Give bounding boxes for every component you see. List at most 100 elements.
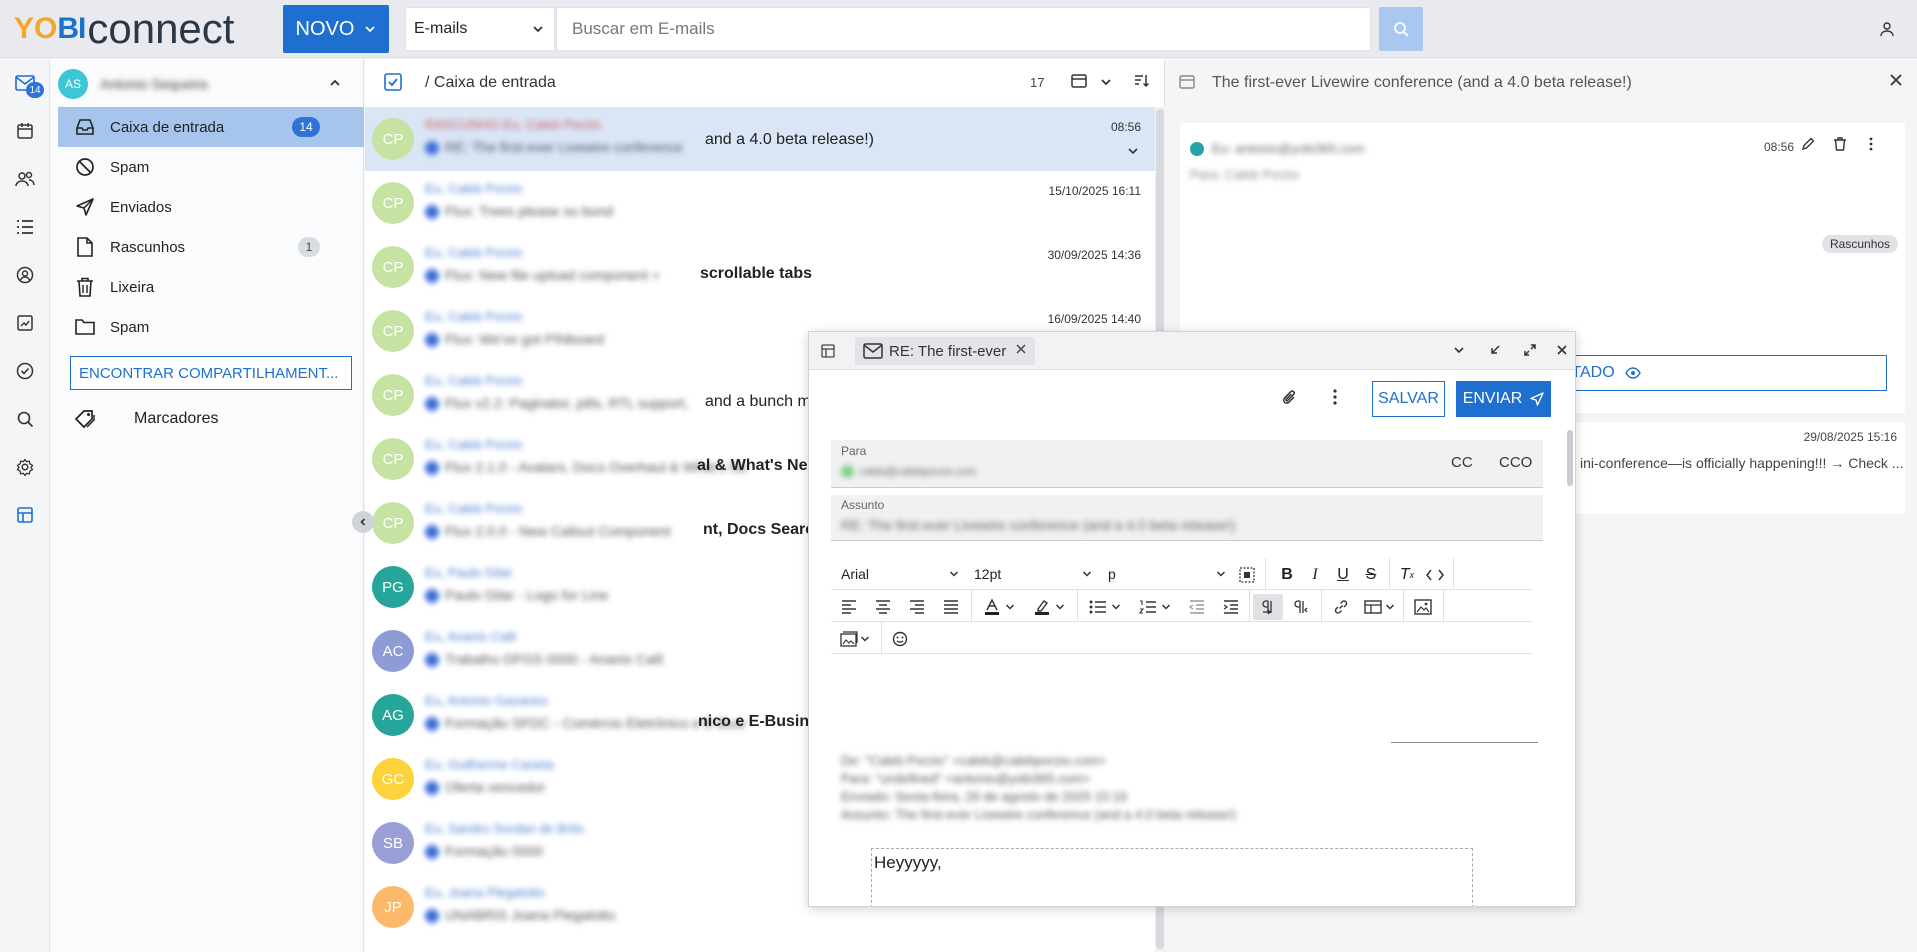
avatar: CP (372, 246, 414, 288)
mail-date: 15/10/2025 16:11 (1048, 184, 1141, 198)
outdent-icon[interactable] (1185, 594, 1209, 620)
chevron-down-icon[interactable] (1100, 76, 1112, 88)
folder-spam[interactable]: Spam (58, 147, 364, 187)
rail-check[interactable] (12, 358, 38, 384)
more-vertical-icon[interactable] (1332, 388, 1338, 406)
search-scope-select[interactable]: E-mails (405, 7, 555, 51)
to-field[interactable]: Para caleb@calebporzio.com CC CCO (831, 440, 1543, 488)
account-header[interactable]: AS Antonio Sequeira (58, 67, 358, 101)
link-icon[interactable] (1327, 594, 1355, 620)
subject-value[interactable]: RE: The first-ever Livewire conference (… (841, 517, 1235, 533)
compose-layout-icon[interactable] (821, 344, 835, 358)
expand-icon[interactable] (1523, 343, 1537, 357)
font-size-select[interactable]: 12pt (974, 562, 1092, 586)
bcc-button[interactable]: CCO (1499, 454, 1532, 471)
rail-apps[interactable] (12, 502, 38, 528)
folder-drafts[interactable]: Rascunhos 1 (58, 227, 364, 267)
search-input[interactable] (556, 7, 1371, 51)
image-icon[interactable] (1409, 594, 1437, 620)
highlight-color-icon[interactable] (1027, 594, 1071, 620)
trash-icon[interactable] (1833, 137, 1847, 151)
folder-spam-custom[interactable]: Spam (58, 307, 364, 347)
mail-sender: Eu, Caleb Porzio (425, 181, 523, 196)
code-icon[interactable] (1421, 562, 1449, 588)
mail-subject: Paulo Gilar - Logo for Line (425, 587, 608, 604)
check-icon (16, 362, 34, 380)
more-vertical-icon[interactable] (1864, 137, 1878, 151)
align-right-icon[interactable] (905, 594, 929, 620)
mail-sender: Eu, Caleb Porzio (425, 245, 523, 260)
avatar: CP (372, 182, 414, 224)
avatar: SB (372, 822, 414, 864)
list-item[interactable]: CP Eu, Caleb Porzio Flux: New file upload … (365, 235, 1157, 299)
align-center-icon[interactable] (871, 594, 895, 620)
chevron-down-icon[interactable] (1127, 145, 1139, 157)
recipient-chip[interactable]: caleb@calebporzio.com (841, 465, 977, 478)
user-menu-button[interactable] (1874, 16, 1900, 42)
minimize-icon[interactable] (1488, 343, 1502, 357)
cc-button[interactable]: CC (1451, 454, 1473, 471)
chevron-up-icon[interactable] (328, 76, 342, 90)
new-button[interactable]: NOVO (283, 5, 389, 53)
rail-settings[interactable] (12, 454, 38, 480)
chevron-down-icon[interactable] (1452, 343, 1466, 357)
compose-scrollbar[interactable] (1566, 428, 1574, 906)
list-item[interactable]: CP Eu, Caleb Porzio Flux: Trees please so … (365, 171, 1157, 235)
rail-mail[interactable]: 14 (12, 70, 44, 98)
mail-subject-visible: scrollable tabs (700, 265, 813, 282)
italic-icon[interactable]: I (1301, 562, 1329, 588)
clear-format-icon[interactable]: Tx (1393, 562, 1421, 588)
emoji-icon[interactable] (887, 626, 913, 652)
mail-subject-text: Trabalho DFGS 0000 - Ananis Calil (445, 651, 664, 667)
align-left-icon[interactable] (837, 594, 861, 620)
folder-trash[interactable]: Lixeira (58, 267, 364, 307)
rail-tasks[interactable] (12, 214, 38, 240)
app-logo[interactable]: YO BI connect (14, 5, 234, 52)
sort-icon[interactable] (1134, 73, 1150, 89)
list-item[interactable]: CP RASCUNHO Eu, Caleb Porzio RE: The first… (365, 107, 1157, 171)
labels-section[interactable]: Marcadores (74, 402, 218, 436)
numbered-list-icon[interactable] (1133, 594, 1177, 620)
message-body-editor[interactable]: Heyyyyy, (871, 848, 1473, 906)
find-shared-button[interactable]: ENCONTRAR COMPARTILHAMENT... (70, 356, 352, 390)
text-color-icon[interactable] (977, 594, 1021, 620)
rail-files[interactable] (12, 310, 38, 336)
ltr-direction-icon[interactable] (1253, 594, 1283, 620)
rail-support[interactable] (12, 262, 38, 288)
table-icon[interactable] (1359, 594, 1399, 620)
rtl-direction-icon[interactable] (1287, 594, 1317, 620)
view-layout-icon[interactable] (1071, 73, 1087, 89)
select-all-checkbox-icon[interactable] (384, 73, 402, 91)
save-button[interactable]: SALVAR (1372, 381, 1445, 417)
compose-tab[interactable]: RE: The first-ever Livewire conference (… (855, 337, 1035, 365)
scrollbar-thumb[interactable] (1567, 430, 1573, 486)
mail-date: 16/09/2025 14:40 (1047, 312, 1141, 326)
inbox-icon (74, 116, 96, 138)
bullet-list-icon[interactable] (1083, 594, 1127, 620)
reading-pane-title: The first-ever Livewire conference (and … (1212, 74, 1632, 91)
close-icon[interactable] (1555, 343, 1569, 357)
close-tab-icon[interactable] (1015, 343, 1027, 355)
bold-icon[interactable]: B (1273, 562, 1301, 588)
subject-field[interactable]: Assunto RE: The first-ever Livewire conf… (831, 495, 1543, 541)
block-format-select[interactable]: p (1108, 562, 1226, 586)
send-button[interactable]: ENVIAR (1456, 381, 1551, 417)
rail-search[interactable] (12, 406, 38, 432)
select-all-icon[interactable] (1235, 562, 1259, 588)
font-family-select[interactable]: Arial (841, 562, 959, 586)
edit-icon[interactable] (1801, 137, 1815, 151)
image-gallery-icon[interactable] (837, 626, 873, 652)
collapse-panel-button[interactable] (352, 511, 374, 533)
files-icon (16, 314, 34, 332)
folder-inbox[interactable]: Caixa de entrada 14 (58, 107, 364, 147)
strikethrough-icon[interactable]: S (1357, 562, 1385, 588)
rail-calendar[interactable] (12, 118, 38, 144)
rail-contacts[interactable] (12, 166, 38, 192)
indent-icon[interactable] (1219, 594, 1243, 620)
folder-sent[interactable]: Enviados (58, 187, 364, 227)
attach-icon[interactable] (1281, 388, 1299, 408)
align-justify-icon[interactable] (939, 594, 963, 620)
close-icon[interactable] (1889, 73, 1903, 87)
search-button[interactable] (1379, 7, 1423, 51)
underline-icon[interactable]: U (1329, 562, 1357, 588)
